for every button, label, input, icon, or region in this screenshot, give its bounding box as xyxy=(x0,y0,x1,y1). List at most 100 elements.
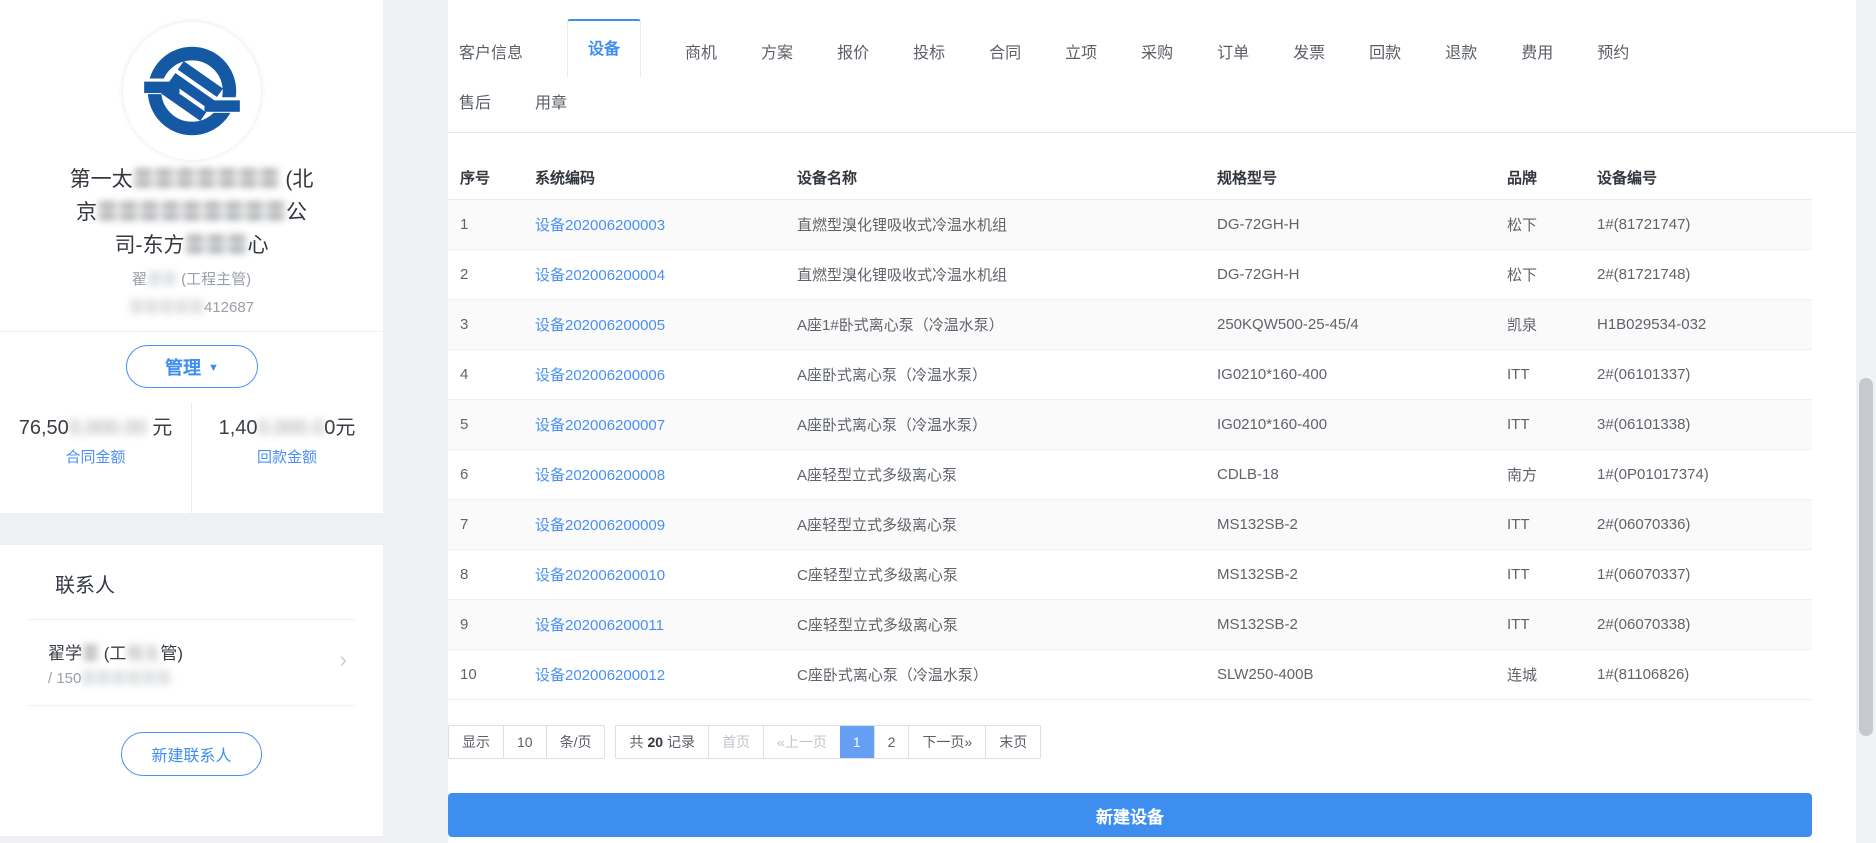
manage-button[interactable]: 管理 ▼ xyxy=(126,345,258,388)
new-contact-button[interactable]: 新建联系人 xyxy=(121,732,262,776)
logo-emblem-icon xyxy=(142,46,242,136)
company-name-line3: 司-东方〓〓〓心 xyxy=(18,229,365,262)
page-button-2[interactable]: 2 xyxy=(873,726,909,758)
system-code-link[interactable]: 设备202006200004 xyxy=(535,267,665,284)
system-code-link[interactable]: 设备202006200011 xyxy=(535,617,664,634)
visible-text: 76,50 xyxy=(18,417,69,439)
contact-phone: / 150〓〓〓〓〓〓 xyxy=(48,667,171,688)
redacted-text: 〓〓 xyxy=(146,271,177,288)
row-seq-cell: 8 xyxy=(460,566,469,583)
system-code-link[interactable]: 设备202006200005 xyxy=(535,317,665,334)
device-name-cell: C座卧式离心泵（冷温水泵） xyxy=(797,667,988,684)
tab-invoice[interactable]: 发票 xyxy=(1293,24,1325,78)
first-page-button[interactable]: 首页 xyxy=(708,726,763,758)
company-logo xyxy=(123,22,261,160)
manage-button-label: 管理 xyxy=(165,357,202,378)
visible-text: / 150 xyxy=(48,670,82,687)
system-code-cell: 设备202006200003 xyxy=(523,214,785,235)
tab-seal-use[interactable]: 用章 xyxy=(535,74,567,128)
tab-procurement[interactable]: 采购 xyxy=(1141,24,1173,78)
total-prefix: 共 xyxy=(629,734,644,750)
table-row: 9 设备202006200011 C座轻型立式多级离心泵 MS132SB-2 ITT 2#… xyxy=(448,600,1812,650)
contact-list-item[interactable]: 翟学〓 (工程主管) / 150〓〓〓〓〓〓 › xyxy=(28,629,355,697)
device-no-cell: 2#(06070338) xyxy=(1597,616,1691,633)
system-code-link[interactable]: 设备202006200006 xyxy=(535,367,665,384)
system-code-cell: 设备202006200004 xyxy=(523,264,785,285)
device-name-cell: C座轻型立式多级离心泵 xyxy=(797,617,958,634)
divider xyxy=(28,619,355,620)
system-code-link[interactable]: 设备202006200008 xyxy=(535,467,665,484)
system-code-link[interactable]: 设备202006200010 xyxy=(535,567,665,584)
visible-text: 翟 xyxy=(131,271,147,288)
tab-equipment[interactable]: 设备 xyxy=(567,19,642,78)
tab-bidding[interactable]: 投标 xyxy=(913,24,945,78)
divider xyxy=(0,331,383,332)
spec-model-cell: SLW250-400B xyxy=(1217,666,1314,683)
tab-row-2: 售后 用章 xyxy=(448,78,1856,124)
company-name-line2: 京〓〓〓〓〓〓〓〓〓公 xyxy=(18,196,365,229)
tab-quotation[interactable]: 报价 xyxy=(837,24,869,78)
spec-model-cell: DG-72GH-H xyxy=(1217,266,1300,283)
tab-payment-received[interactable]: 回款 xyxy=(1369,24,1401,78)
system-code-link[interactable]: 设备202006200009 xyxy=(535,517,665,534)
device-name-cell: A座卧式离心泵（冷温水泵） xyxy=(797,367,988,384)
system-code-link[interactable]: 设备202006200003 xyxy=(535,217,665,234)
scrollbar-thumb[interactable] xyxy=(1859,378,1873,736)
tab-project-setup[interactable]: 立项 xyxy=(1065,24,1097,78)
amount-stats: 76,500,000.00 元 合同金额 1,400,000.00元 回款金额 xyxy=(0,402,383,513)
device-no-cell: 2#(06070336) xyxy=(1597,516,1691,533)
visible-text: (北 xyxy=(279,168,314,191)
spec-model-cell: MS132SB-2 xyxy=(1217,616,1298,633)
redacted-text: 〓〓〓〓〓 xyxy=(128,299,204,316)
tab-opportunity[interactable]: 商机 xyxy=(685,24,717,78)
tab-row-1: 客户信息 设备 商机 方案 报价 投标 合同 立项 采购 订单 发票 回款 退款 费用 预约 xyxy=(448,0,1856,78)
payment-amount-link[interactable]: 回款金额 xyxy=(257,446,317,467)
tab-contract[interactable]: 合同 xyxy=(989,24,1021,78)
row-seq-cell: 7 xyxy=(460,516,469,533)
tab-expense[interactable]: 费用 xyxy=(1521,24,1553,78)
contact-name: 翟学〓 (工程主管) xyxy=(48,639,183,664)
prev-page-button[interactable]: «上一页 xyxy=(763,726,840,758)
total-suffix: 记录 xyxy=(667,734,696,750)
tab-refund[interactable]: 退款 xyxy=(1445,24,1477,78)
row-seq-cell: 5 xyxy=(460,416,469,433)
tab-appointment[interactable]: 预约 xyxy=(1597,24,1629,78)
table-row: 10 设备202006200012 C座卧式离心泵（冷温水泵） SLW250-400B… xyxy=(448,650,1812,700)
page-size-value[interactable]: 10 xyxy=(503,726,546,758)
tab-customer-info[interactable]: 客户信息 xyxy=(459,24,523,78)
last-page-button[interactable]: 末页 xyxy=(985,726,1040,758)
system-code-link[interactable]: 设备202006200007 xyxy=(535,417,665,434)
row-seq-cell: 3 xyxy=(460,316,469,333)
visible-text: (工程主管) xyxy=(176,271,252,288)
next-page-button[interactable]: 下一页» xyxy=(908,726,985,758)
visible-text: 元 xyxy=(146,417,173,439)
company-name-line1: 第一太〓〓〓〓〓〓〓 (北 xyxy=(18,163,365,196)
tab-after-sales[interactable]: 售后 xyxy=(459,74,491,128)
system-code-cell: 设备202006200010 xyxy=(523,564,785,585)
new-device-button[interactable]: 新建设备 xyxy=(448,793,1812,837)
system-code-link[interactable]: 设备202006200012 xyxy=(535,667,665,684)
system-code-cell: 设备202006200011 xyxy=(523,614,785,635)
tab-bar: 客户信息 设备 商机 方案 报价 投标 合同 立项 采购 订单 发票 回款 退款 费用 预约 售后 用章 xyxy=(448,0,1856,133)
redacted-text: 〓〓〓〓〓〓〓〓〓 xyxy=(97,201,286,224)
spec-model-cell: IG0210*160-400 xyxy=(1217,366,1328,383)
tab-order[interactable]: 订单 xyxy=(1217,24,1249,78)
contacts-title: 联系人 xyxy=(55,575,115,597)
tab-solution[interactable]: 方案 xyxy=(761,24,793,78)
device-no-cell: 2#(81721748) xyxy=(1597,266,1691,283)
pagination-bar: 显示 10 条/页 共 20 记录 首页 «上一页 12 下一页» 末页 xyxy=(448,725,1042,759)
table-row: 3 设备202006200005 A座1#卧式离心泵（冷温水泵） 250KQW500-… xyxy=(448,300,1812,350)
row-seq-cell: 10 xyxy=(460,666,477,683)
owner-name: 翟〓〓 (工程主管) xyxy=(0,268,383,289)
row-seq-cell: 1 xyxy=(460,216,469,233)
brand-cell: ITT xyxy=(1507,516,1530,533)
scrollbar-track[interactable] xyxy=(1856,0,1876,843)
contract-amount-link[interactable]: 合同金额 xyxy=(65,446,125,467)
page-button-1[interactable]: 1 xyxy=(839,726,874,758)
table-row: 5 设备202006200007 A座卧式离心泵（冷温水泵） IG0210*160-4… xyxy=(448,400,1812,450)
visible-text: 京 xyxy=(76,201,97,224)
visible-text: 第一太 xyxy=(69,168,133,191)
device-name-cell: 直燃型溴化锂吸收式冷温水机组 xyxy=(797,267,1008,284)
brand-cell: ITT xyxy=(1507,566,1530,583)
system-code-cell: 设备202006200009 xyxy=(523,514,785,535)
